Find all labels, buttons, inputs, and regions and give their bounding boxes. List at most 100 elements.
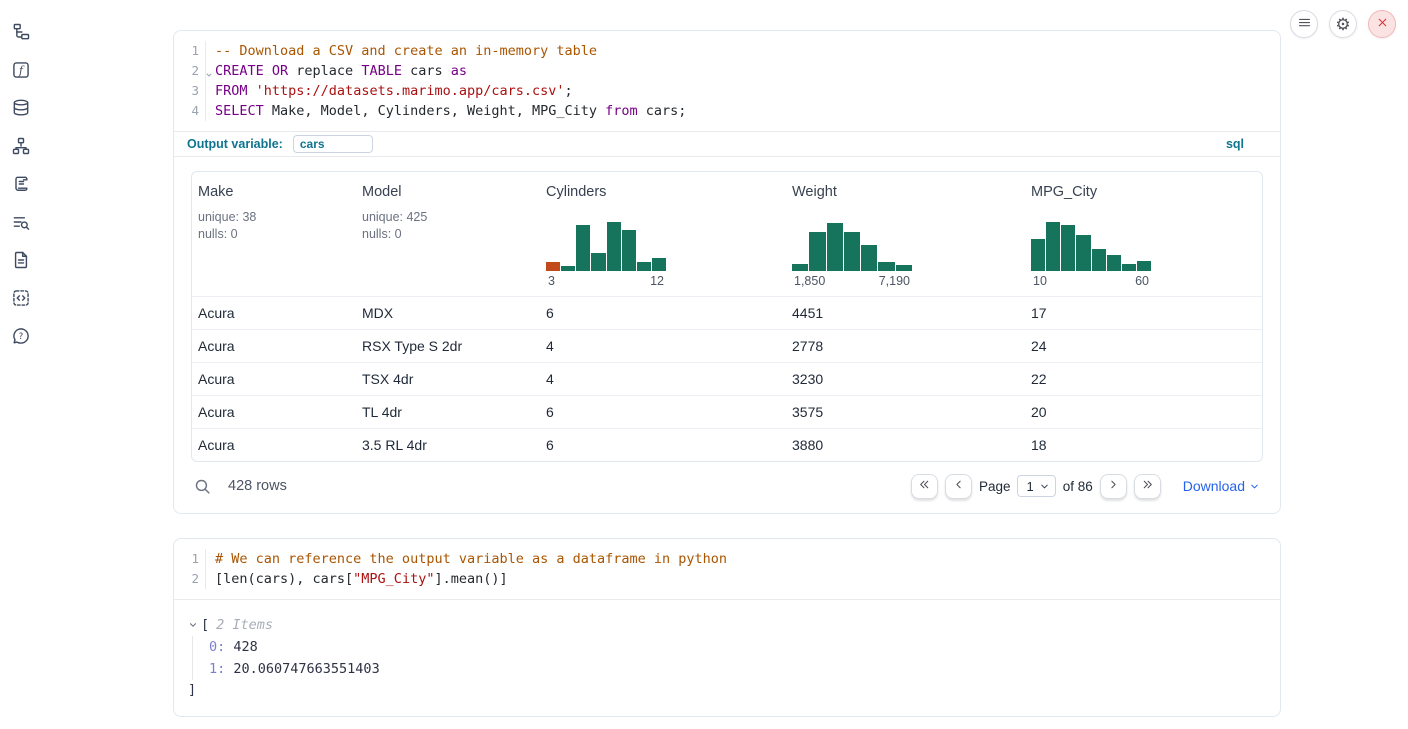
table-row[interactable]: AcuraTSX 4dr4323022 (192, 362, 1262, 395)
column-header-weight[interactable]: Weight1,8507,190 (786, 172, 1025, 296)
fold-chevron-icon[interactable] (205, 65, 213, 85)
close-icon (1376, 16, 1389, 32)
table-row[interactable]: AcuraTL 4dr6357520 (192, 395, 1262, 428)
table-body: AcuraMDX6445117AcuraRSX Type S 2dr427782… (192, 296, 1262, 461)
menu-button[interactable] (1290, 10, 1318, 38)
histogram-bar (896, 265, 912, 271)
page-total-label: of 86 (1063, 479, 1093, 494)
column-header-mpg_city[interactable]: MPG_City1060 (1025, 172, 1262, 296)
page-label: Page (979, 479, 1011, 494)
line-number: 1 (174, 549, 206, 569)
table-row[interactable]: AcuraRSX Type S 2dr4277824 (192, 329, 1262, 362)
last-page-button[interactable] (1134, 474, 1161, 499)
table-cell: 6 (540, 437, 786, 453)
open-bracket: [ (201, 614, 209, 636)
search-icon[interactable] (194, 478, 211, 495)
table-cell: 4451 (786, 305, 1025, 321)
axis-max-label: 60 (1135, 274, 1149, 288)
download-button[interactable]: Download (1183, 478, 1260, 494)
sidebar-item-documentation[interactable] (10, 250, 32, 272)
settings-button[interactable]: ⚙ (1329, 10, 1357, 38)
gear-icon: ⚙ (1335, 16, 1350, 33)
python-code-editor[interactable]: 1# We can reference the output variable … (174, 539, 1280, 599)
histogram-bar (637, 262, 651, 271)
output-variable-label: Output variable: (187, 137, 283, 151)
prev-page-button[interactable] (945, 474, 972, 499)
column-histogram[interactable]: 3 12 (546, 219, 666, 288)
column-stats: unique: 425nulls: 0 (362, 209, 534, 243)
table-cell: 3880 (786, 437, 1025, 453)
table-cell: 4 (540, 338, 786, 354)
first-page-button[interactable] (911, 474, 938, 499)
output-variable-input[interactable] (293, 135, 373, 153)
table-cell: 22 (1025, 371, 1262, 387)
database-icon (11, 98, 31, 121)
column-label: Cylinders (546, 184, 780, 200)
column-header-make[interactable]: Makeunique: 38nulls: 0 (192, 172, 356, 296)
chevron-down-icon (1039, 481, 1050, 492)
column-histogram[interactable]: 1,8507,190 (792, 219, 912, 288)
table-cell: TL 4dr (356, 404, 540, 420)
chevron-left-icon (952, 478, 965, 494)
column-header-model[interactable]: Modelunique: 425nulls: 0 (356, 172, 540, 296)
column-histogram[interactable]: 1060 (1031, 219, 1151, 288)
line-number: 3 (174, 81, 206, 101)
shutdown-button[interactable] (1368, 10, 1396, 38)
histogram-bar (652, 258, 666, 271)
next-page-button[interactable] (1100, 474, 1127, 499)
sql-code-editor[interactable]: 1-- Download a CSV and create an in-memo… (174, 31, 1280, 131)
sql-cell-output: Makeunique: 38nulls: 0Modelunique: 425nu… (174, 157, 1280, 513)
chevrons-right-icon (1141, 478, 1154, 494)
histogram-bar (591, 253, 605, 271)
code-text: FROM 'https://datasets.marimo.app/cars.c… (206, 81, 573, 101)
sidebar-item-logs[interactable] (10, 174, 32, 196)
table-cell: Acura (192, 404, 356, 420)
code-line: 2CREATE OR replace TABLE cars as (174, 61, 1280, 81)
table-cell: TSX 4dr (356, 371, 540, 387)
sidebar-item-file-tree[interactable] (10, 22, 32, 44)
table-cell: MDX (356, 305, 540, 321)
table-header-row: Makeunique: 38nulls: 0Modelunique: 425nu… (192, 172, 1262, 296)
axis-min-label: 3 (548, 274, 555, 288)
tree-item-value: 20.060747663551403 (225, 661, 379, 677)
download-label: Download (1183, 478, 1245, 494)
row-count: 428 rows (228, 478, 287, 494)
sidebar-item-help[interactable]: ? (10, 326, 32, 348)
sidebar-item-scratchpad[interactable] (10, 212, 32, 234)
svg-text:?: ? (19, 332, 24, 342)
sql-cell: 1-- Download a CSV and create an in-memo… (173, 30, 1281, 514)
table-cell: 4 (540, 371, 786, 387)
chevron-down-icon (188, 620, 198, 630)
code-text: # We can reference the output variable a… (206, 549, 727, 569)
chevrons-left-icon (918, 478, 931, 494)
line-number: 2 (174, 569, 206, 589)
sidebar-item-datasources[interactable] (10, 98, 32, 120)
sidebar-item-snippets[interactable] (10, 288, 32, 310)
table-cell: 6 (540, 404, 786, 420)
tree-item[interactable]: 0: 428 (209, 636, 1280, 658)
column-header-cylinders[interactable]: Cylinders 3 12 (540, 172, 786, 296)
axis-max-label: 12 (650, 274, 664, 288)
histogram-bar (1122, 264, 1136, 271)
line-number: 2 (174, 61, 206, 81)
histogram-bar (1061, 225, 1075, 271)
table-row[interactable]: AcuraMDX6445117 (192, 296, 1262, 329)
histogram-bars (546, 219, 666, 271)
histogram-bar (1137, 261, 1151, 271)
histogram-bar (622, 230, 636, 271)
histogram-bar (1107, 255, 1121, 271)
table-cell: RSX Type S 2dr (356, 338, 540, 354)
histogram-bar (827, 223, 843, 271)
table-row[interactable]: Acura3.5 RL 4dr6388018 (192, 428, 1262, 461)
sidebar-item-dependencies[interactable] (10, 136, 32, 158)
help-icon: ? (11, 326, 31, 349)
tree-root[interactable]: [ 2 Items (188, 614, 1280, 636)
python-cell: 1# We can reference the output variable … (173, 538, 1281, 717)
histogram-bars (792, 219, 912, 271)
table-cell: Acura (192, 305, 356, 321)
histogram-bar (1092, 249, 1106, 271)
tree-item[interactable]: 1: 20.060747663551403 (209, 658, 1280, 680)
column-stats: unique: 38nulls: 0 (198, 209, 350, 243)
page-select[interactable]: 1 (1017, 475, 1055, 497)
sidebar-item-variables[interactable]: f (10, 60, 32, 82)
